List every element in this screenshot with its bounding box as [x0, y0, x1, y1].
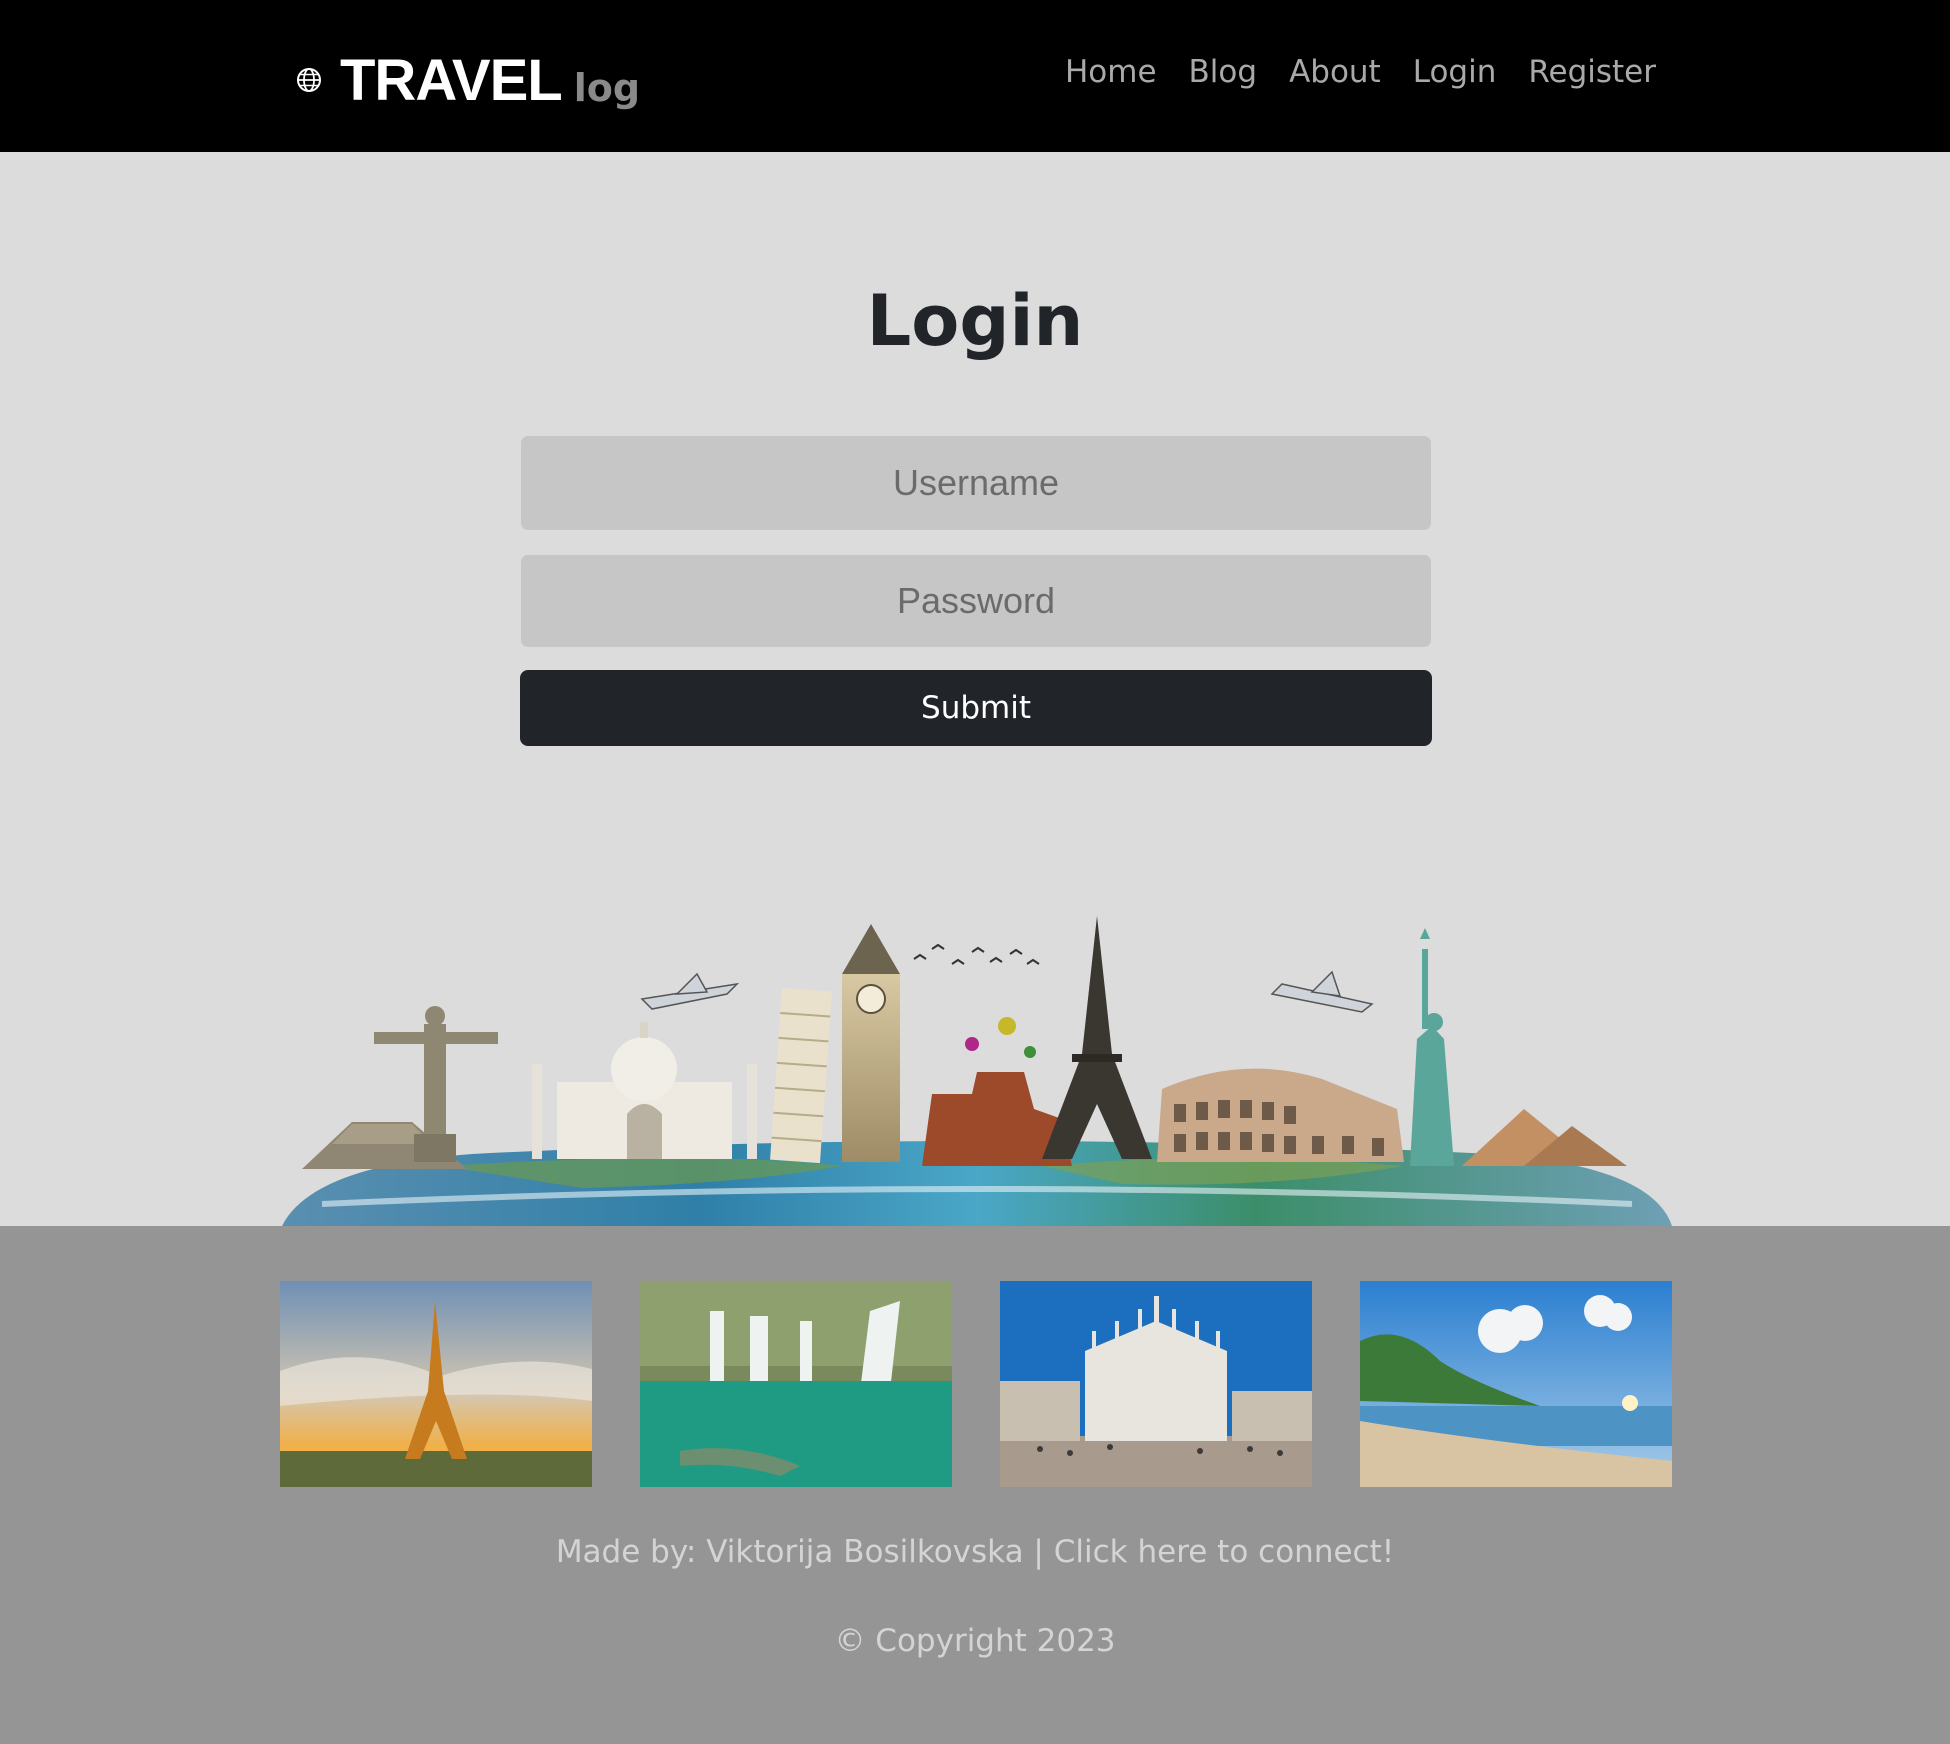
waterfall-lake-photo — [640, 1281, 952, 1487]
eiffel-tower-photo — [280, 1281, 592, 1487]
globe-icon — [297, 68, 321, 92]
navbar: TRAVEL log Home Blog About Login Registe… — [0, 0, 1950, 152]
login-section: Login Submit — [0, 152, 1950, 1226]
photo-gallery — [280, 1281, 1673, 1489]
nav-home-link[interactable]: Home — [1065, 54, 1157, 90]
tropical-beach-photo — [1360, 1281, 1672, 1487]
password-input[interactable] — [521, 555, 1431, 647]
nav-about-link[interactable]: About — [1289, 54, 1381, 90]
brand-suffix: log — [573, 66, 641, 110]
made-by-text: Made by: Viktorija Bosilkovska | Click h… — [0, 1534, 1950, 1570]
nav-login-link[interactable]: Login — [1413, 54, 1497, 90]
footer: Made by: Viktorija Bosilkovska | Click h… — [0, 1226, 1950, 1744]
submit-button[interactable]: Submit — [520, 670, 1432, 746]
nav-register-link[interactable]: Register — [1528, 54, 1656, 90]
brand-logo[interactable]: TRAVEL log — [296, 40, 640, 120]
main-nav: Home Blog About Login Register — [1065, 54, 1656, 90]
copyright-text: © Copyright 2023 — [834, 1623, 1116, 1659]
milan-cathedral-photo — [1000, 1281, 1312, 1487]
nav-blog-link[interactable]: Blog — [1189, 54, 1258, 90]
page-title: Login — [866, 280, 1084, 362]
brand-name: TRAVEL — [340, 47, 563, 113]
made-by-prefix: Made by: Viktorija Bosilkovska | — [555, 1534, 1054, 1570]
world-landmarks-image — [282, 916, 1672, 1226]
connect-link[interactable]: Click here to connect! — [1054, 1534, 1394, 1570]
username-input[interactable] — [521, 436, 1431, 530]
